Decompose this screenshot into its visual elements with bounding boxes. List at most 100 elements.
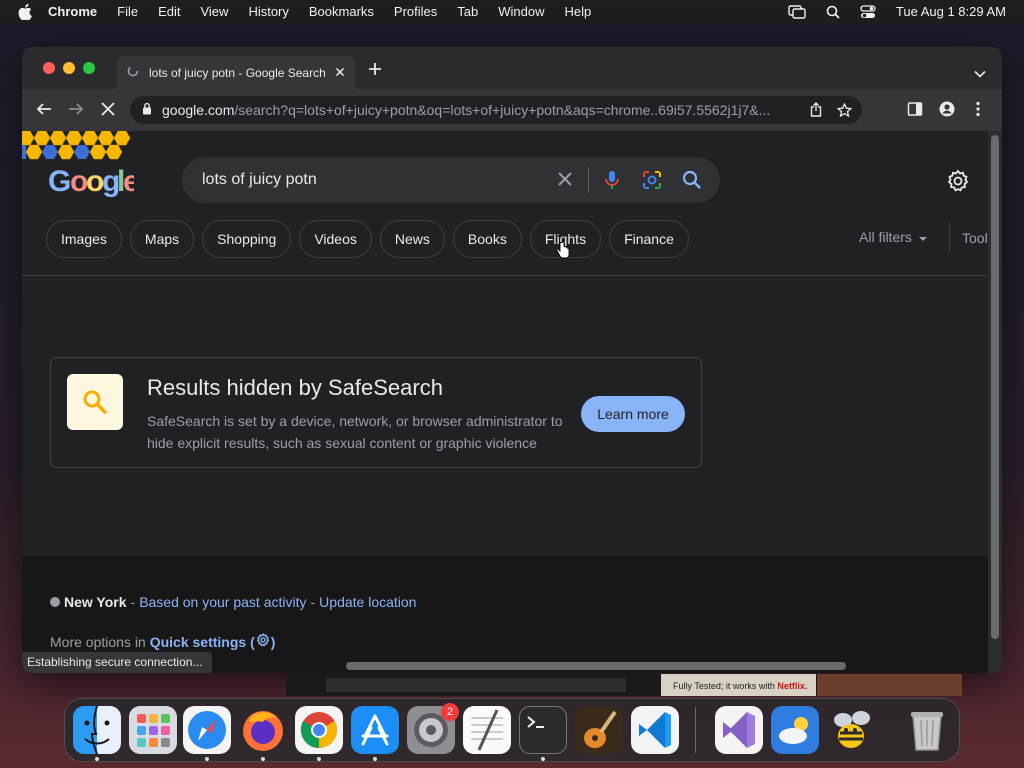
bee-app-icon[interactable] xyxy=(827,706,875,754)
settings-gear-icon[interactable] xyxy=(946,169,970,198)
search-filter-chips: Images Maps Shopping Videos News Books F… xyxy=(46,220,689,258)
share-icon[interactable] xyxy=(810,102,822,120)
control-center-icon[interactable] xyxy=(860,4,876,19)
quick-settings-gear-icon xyxy=(255,633,271,650)
safesearch-heading: Results hidden by SafeSearch xyxy=(147,375,443,400)
chip-images[interactable]: Images xyxy=(46,220,122,258)
menu-help[interactable]: Help xyxy=(565,4,592,19)
menu-app-name[interactable]: Chrome xyxy=(48,4,97,19)
close-window-button[interactable] xyxy=(43,62,55,74)
quick-settings-label: Quick settings ( xyxy=(149,633,255,650)
tab-title: lots of juicy potn - Google Search xyxy=(149,65,325,80)
address-bar[interactable]: google.com/search?q=lots+of+juicy+potn&o… xyxy=(130,96,862,124)
safari-icon[interactable] xyxy=(183,706,231,754)
chip-books[interactable]: Books xyxy=(452,220,522,258)
chrome-window: lots of juicy potn - Google Search googl… xyxy=(22,47,1002,673)
safesearch-card: Results hidden by SafeSearch SafeSearch … xyxy=(50,357,702,468)
banner-brand: Netflix. xyxy=(777,681,808,691)
dock-separator xyxy=(695,707,696,753)
safesearch-magnifier-icon xyxy=(67,374,123,430)
forward-arrow-icon[interactable] xyxy=(68,101,84,122)
visual-studio-icon[interactable] xyxy=(715,706,763,754)
quick-settings-paren: ) xyxy=(270,633,276,650)
chip-videos[interactable]: Videos xyxy=(299,220,372,258)
page-content: G o o g l e lots of juicy potn Images Ma… xyxy=(22,131,988,673)
vscode-icon[interactable] xyxy=(631,706,679,754)
search-submit-icon[interactable] xyxy=(682,170,702,195)
new-tab-icon[interactable] xyxy=(368,62,382,81)
menu-bookmarks[interactable]: Bookmarks xyxy=(309,4,374,19)
update-location-link[interactable]: Update location xyxy=(319,594,416,610)
tab-close-icon[interactable] xyxy=(335,66,345,80)
menu-file[interactable]: File xyxy=(117,4,138,19)
more-options-text: More options in xyxy=(50,633,146,650)
textedit-icon[interactable] xyxy=(463,706,511,754)
address-url[interactable]: google.com/search?q=lots+of+juicy+potn&o… xyxy=(162,102,822,118)
finder-icon[interactable] xyxy=(73,706,121,754)
settings-notification-badge: 2 xyxy=(441,703,459,721)
weather-icon[interactable] xyxy=(771,706,819,754)
menu-window[interactable]: Window xyxy=(498,4,544,19)
finder-running-dot xyxy=(95,757,99,761)
past-activity-link[interactable]: Based on your past activity xyxy=(139,594,306,610)
terminal-icon[interactable] xyxy=(519,706,567,754)
menu-profiles[interactable]: Profiles xyxy=(394,4,437,19)
app-store-icon[interactable] xyxy=(351,706,399,754)
garageband-icon[interactable] xyxy=(575,706,623,754)
menu-clock[interactable]: Tue Aug 1 8:29 AM xyxy=(896,4,1006,19)
chrome-running-dot xyxy=(317,757,321,761)
spotlight-search-icon[interactable] xyxy=(826,5,840,19)
menu-tab[interactable]: Tab xyxy=(457,4,478,19)
vertical-scrollbar-thumb[interactable] xyxy=(991,135,999,639)
tab-search-chevron-icon[interactable] xyxy=(974,65,986,83)
chip-finance[interactable]: Finance xyxy=(609,220,689,258)
search-input[interactable]: lots of juicy potn xyxy=(182,157,720,203)
search-query-text[interactable]: lots of juicy potn xyxy=(202,171,542,189)
clear-search-icon[interactable] xyxy=(556,170,574,193)
zoom-window-button[interactable] xyxy=(83,62,95,74)
background-thumbnails xyxy=(326,678,626,692)
launchpad-icon[interactable] xyxy=(129,706,177,754)
loading-status-bubble: Establishing secure connection... xyxy=(22,652,213,673)
stop-loading-icon[interactable] xyxy=(100,101,116,122)
menu-edit[interactable]: Edit xyxy=(158,4,180,19)
app-store-running-dot xyxy=(373,757,377,761)
apple-menu-icon[interactable] xyxy=(18,3,34,20)
more-options-line: More options in Quick settings ( ) xyxy=(50,633,275,650)
chip-news[interactable]: News xyxy=(379,220,445,258)
location-line: New York - Based on your past activity -… xyxy=(50,594,420,610)
profile-avatar-icon[interactable] xyxy=(939,101,955,122)
vertical-scrollbar[interactable] xyxy=(988,131,1002,673)
tab-active[interactable]: lots of juicy potn - Google Search xyxy=(117,56,355,89)
tools-button[interactable]: Tools xyxy=(949,223,988,253)
chip-shopping[interactable]: Shopping xyxy=(202,220,292,258)
learn-more-button[interactable]: Learn more xyxy=(581,396,685,432)
url-path: /search?q=lots+of+juicy+potn&oq=lots+of+… xyxy=(234,102,771,118)
all-filters-button[interactable]: All filters xyxy=(859,229,928,245)
google-logo-doodle[interactable]: G o o g l e xyxy=(22,131,140,198)
firefox-icon[interactable] xyxy=(239,706,287,754)
minimize-window-button[interactable] xyxy=(63,62,75,74)
netflix-banner: Fully Tested; it works with Netflix. xyxy=(661,674,816,696)
menu-view[interactable]: View xyxy=(200,4,228,19)
chrome-icon[interactable] xyxy=(295,706,343,754)
quick-settings-link[interactable]: Quick settings ( ) xyxy=(149,633,276,650)
svg-text:G: G xyxy=(48,165,71,197)
bookmark-star-icon[interactable] xyxy=(836,102,853,121)
trash-icon[interactable] xyxy=(903,706,951,754)
side-panel-icon[interactable] xyxy=(907,101,923,122)
horizontal-scrollbar-thumb[interactable] xyxy=(346,662,846,670)
lock-icon[interactable] xyxy=(142,102,152,118)
screen-mirroring-icon[interactable] xyxy=(788,4,806,19)
footer-separator: - xyxy=(310,594,316,610)
chrome-menu-kebab-icon[interactable] xyxy=(975,101,981,122)
menu-history[interactable]: History xyxy=(248,4,288,19)
background-image-thumbnail xyxy=(817,674,962,696)
voice-search-mic-icon[interactable] xyxy=(604,170,620,195)
google-lens-icon[interactable] xyxy=(642,170,662,195)
location-city: New York xyxy=(64,594,127,610)
back-arrow-icon[interactable] xyxy=(36,101,52,122)
chip-maps[interactable]: Maps xyxy=(129,220,195,258)
svg-text:e: e xyxy=(123,165,134,197)
background-window-strip: Fully Tested; it works with Netflix. xyxy=(286,674,962,696)
